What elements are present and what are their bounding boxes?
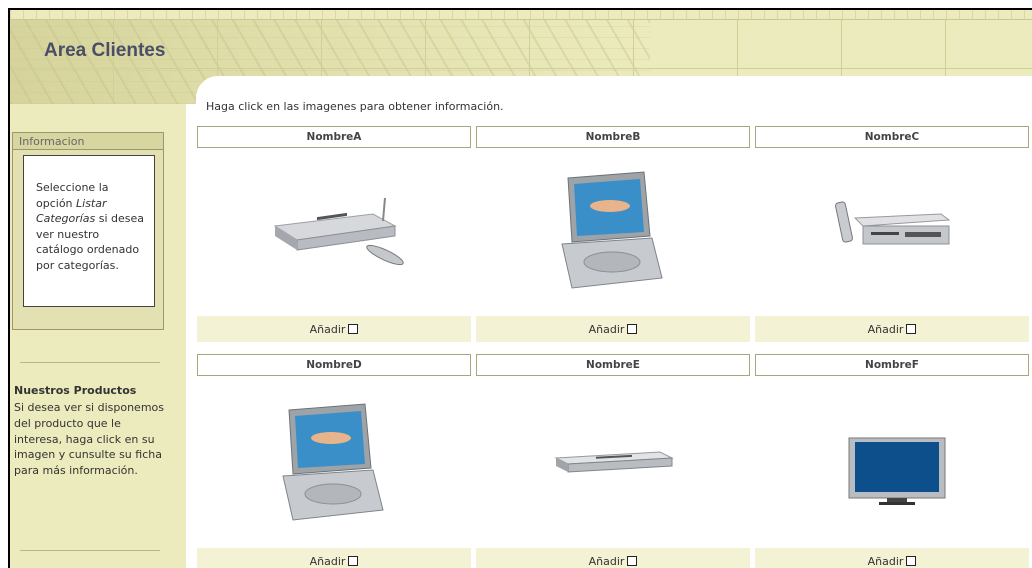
product-name: NombreF	[755, 354, 1029, 376]
listar-categorias-link[interactable]: Listar	[76, 197, 107, 210]
product-name: NombreC	[755, 126, 1029, 148]
add-checkbox[interactable]	[906, 556, 917, 566]
add-checkbox[interactable]	[627, 556, 638, 566]
product-name: NombreD	[197, 354, 471, 376]
add-to-cart: Añadir	[197, 316, 471, 342]
sidebar-divider	[20, 362, 160, 363]
intro-text: Haga click en las imagenes para obtener …	[206, 100, 504, 113]
add-to-cart: Añadir	[755, 548, 1029, 568]
header-ruler	[10, 10, 1032, 20]
portable-dvd-player-icon[interactable]	[197, 376, 471, 542]
add-to-cart: Añadir	[476, 548, 750, 568]
info-panel-text: Seleccione la opción Listar Categorías s…	[23, 155, 155, 307]
product-name: NombreA	[197, 126, 471, 148]
add-to-cart: Añadir	[197, 548, 471, 568]
info-panel: Informacion Seleccione la opción Listar …	[12, 132, 164, 330]
info-panel-title: Informacion	[13, 133, 163, 150]
add-to-cart: Añadir	[476, 316, 750, 342]
flat-screen-tv-icon[interactable]	[755, 376, 1029, 542]
page-frame: Area Clientes Informacion Seleccione la …	[8, 8, 1032, 568]
slim-dvd-player-icon[interactable]	[476, 376, 750, 542]
site-title: Area Clientes	[44, 40, 166, 61]
product-name: NombreB	[476, 126, 750, 148]
sidebar-divider	[20, 550, 160, 551]
product-name: NombreE	[476, 354, 750, 376]
add-checkbox[interactable]	[348, 556, 359, 566]
dvd-player-with-remote-icon[interactable]	[197, 148, 471, 314]
portable-dvd-player-icon[interactable]	[476, 148, 750, 314]
add-to-cart: Añadir	[755, 316, 1029, 342]
vcr-with-remote-icon[interactable]	[755, 148, 1029, 314]
products-help-text: Si desea ver si disponemos del producto …	[14, 401, 164, 478]
sidebar: Informacion Seleccione la opción Listar …	[10, 104, 186, 568]
add-checkbox[interactable]	[627, 324, 638, 334]
add-checkbox[interactable]	[348, 324, 359, 334]
add-checkbox[interactable]	[906, 324, 917, 334]
products-heading: Nuestros Productos	[14, 384, 137, 397]
